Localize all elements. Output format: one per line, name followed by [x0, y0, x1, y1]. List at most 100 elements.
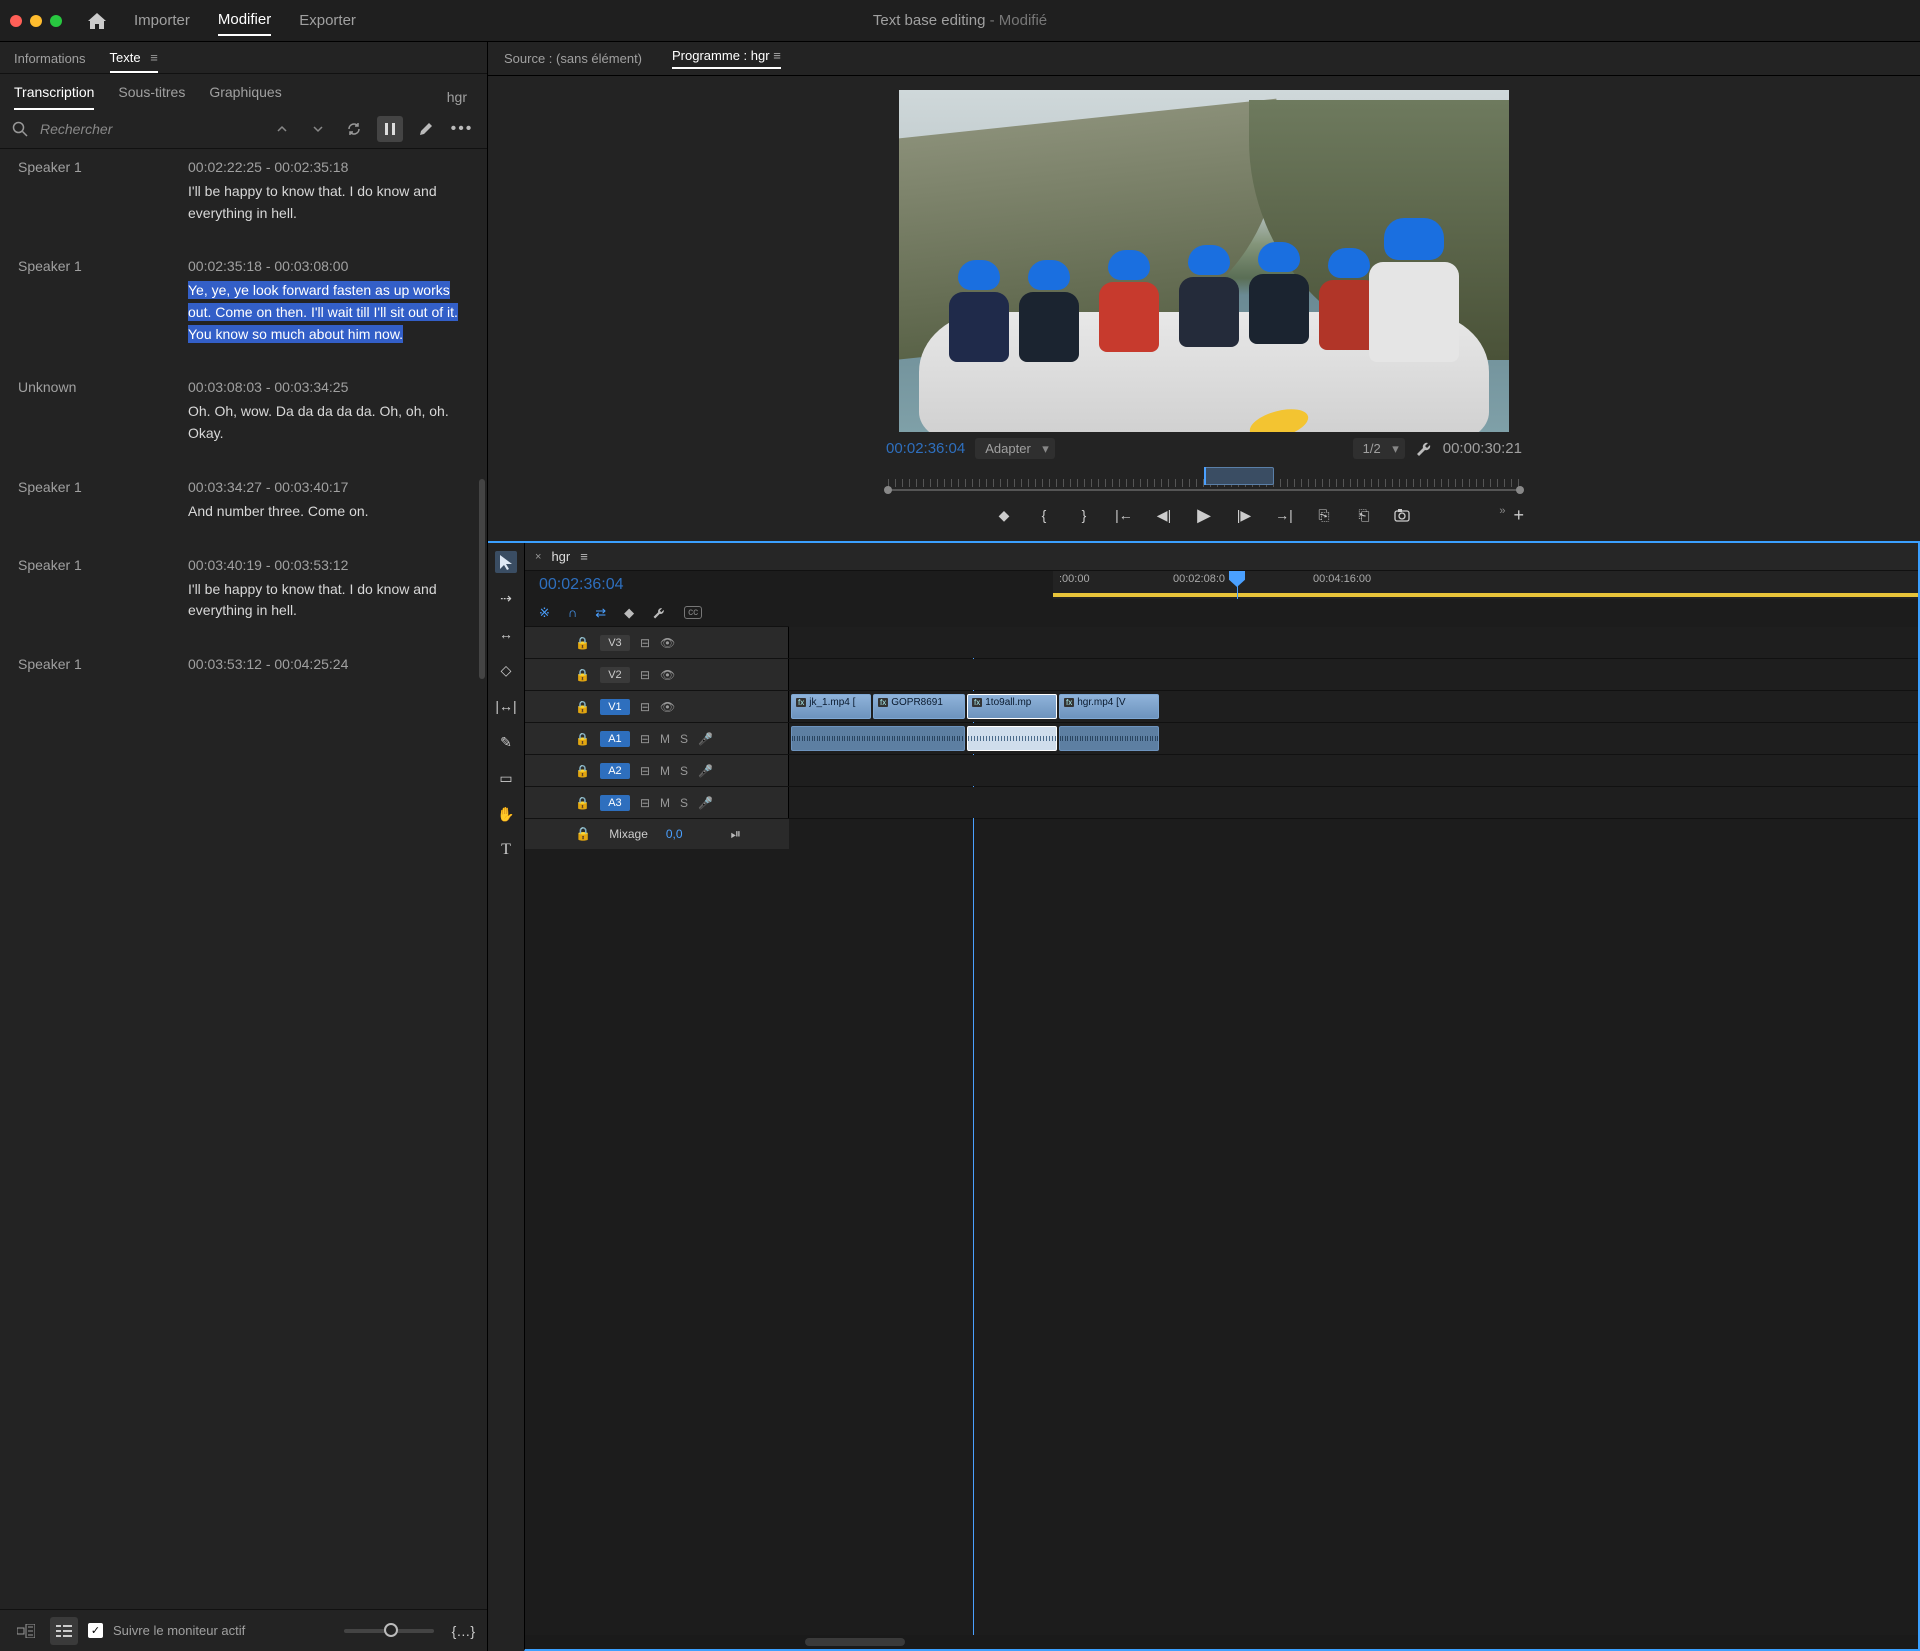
- lock-icon[interactable]: 🔒: [575, 700, 590, 714]
- speaker-label[interactable]: Speaker 1: [18, 479, 188, 523]
- slip-tool-icon[interactable]: |↔|: [495, 695, 517, 717]
- sync-lock-icon[interactable]: ⊟: [640, 700, 650, 714]
- transcript-entry[interactable]: Speaker 1 00:02:22:25 - 00:02:35:18I'll …: [18, 159, 469, 224]
- mix-value[interactable]: 0,0: [666, 827, 683, 841]
- sync-lock-icon[interactable]: ⊟: [640, 636, 650, 650]
- resolution-dropdown[interactable]: 1/2: [1353, 438, 1405, 459]
- scrub-bar[interactable]: [884, 467, 1524, 495]
- lock-icon[interactable]: 🔒: [575, 764, 590, 778]
- sequence-title[interactable]: hgr: [551, 549, 570, 564]
- transcript-entry[interactable]: Speaker 1 00:03:34:27 - 00:03:40:17And n…: [18, 479, 469, 523]
- transcript-entry[interactable]: Speaker 1 00:03:40:19 - 00:03:53:12I'll …: [18, 557, 469, 622]
- zoom-fit-dropdown[interactable]: Adapter: [975, 438, 1055, 459]
- type-tool-icon[interactable]: T: [495, 839, 517, 861]
- speaker-label[interactable]: Unknown: [18, 379, 188, 444]
- sync-lock-icon[interactable]: ⊟: [640, 668, 650, 682]
- lock-icon[interactable]: 🔒: [575, 636, 590, 650]
- lock-icon[interactable]: 🔒: [575, 668, 590, 682]
- clip[interactable]: fxhgr.mp4 [V: [1059, 694, 1159, 719]
- transcript-text[interactable]: Oh. Oh, wow. Da da da da da. Oh, oh, oh.…: [188, 403, 449, 441]
- video-frame[interactable]: [899, 90, 1509, 432]
- speaker-label[interactable]: Speaker 1: [18, 557, 188, 622]
- track-v2[interactable]: V2: [600, 667, 630, 683]
- marker-add-icon[interactable]: ◆: [624, 605, 634, 621]
- timeline-zoom-bar[interactable]: [525, 1635, 1918, 1649]
- track-v3[interactable]: V3: [600, 635, 630, 651]
- settings-wrench-icon[interactable]: [1415, 440, 1433, 458]
- clip[interactable]: fxGOPR8691: [873, 694, 965, 719]
- clip[interactable]: fxjk_1.mp4 [: [791, 694, 871, 719]
- skip-icon[interactable]: ⏯: [731, 826, 741, 842]
- hand-tool-icon[interactable]: ✋: [495, 803, 517, 825]
- transcript-text[interactable]: And number three. Come on.: [188, 503, 369, 519]
- nav-export[interactable]: Exporter: [299, 6, 356, 35]
- timeline-tracks[interactable]: 🔒V3⊟👁 🔒V2⊟👁 🔒V1⊟👁 fxjk_1.mp4 [ fxGOPR869…: [525, 627, 1918, 1635]
- pen-tool-icon[interactable]: ✎: [495, 731, 517, 753]
- snap-icon[interactable]: ※: [539, 605, 550, 621]
- play-icon[interactable]: ▶: [1194, 505, 1214, 526]
- tab-program-monitor[interactable]: Programme : hgr ≡: [672, 48, 781, 69]
- audio-clip-selected[interactable]: [967, 726, 1057, 751]
- step-forward-icon[interactable]: |▶: [1234, 507, 1254, 524]
- transcript-text-selected[interactable]: Ye, ye, ye look forward fasten as up wor…: [188, 281, 458, 342]
- audio-clip[interactable]: [1059, 726, 1159, 751]
- mic-icon[interactable]: 🎤: [698, 732, 713, 746]
- solo-icon[interactable]: S: [680, 764, 688, 778]
- rectangle-tool-icon[interactable]: ▭: [495, 767, 517, 789]
- export-frame-icon[interactable]: [1394, 508, 1414, 522]
- speaker-label[interactable]: Speaker 1: [18, 656, 188, 678]
- current-timecode[interactable]: 00:02:36:04: [886, 440, 965, 457]
- add-button-icon[interactable]: +: [1513, 505, 1524, 526]
- linked-selection-icon[interactable]: ⇄: [595, 605, 606, 621]
- ripple-edit-tool-icon[interactable]: ↔: [495, 623, 517, 645]
- speaker-label[interactable]: Speaker 1: [18, 159, 188, 224]
- clip-selected[interactable]: fx1to9all.mp: [967, 694, 1057, 719]
- track-v1[interactable]: V1: [600, 699, 630, 715]
- extract-icon[interactable]: ⎗: [1354, 507, 1374, 524]
- search-icon[interactable]: [12, 121, 28, 137]
- lift-icon[interactable]: ⎘: [1314, 507, 1334, 524]
- list-view-icon[interactable]: [50, 1617, 78, 1645]
- maximize-window-icon[interactable]: [50, 15, 62, 27]
- mute-icon[interactable]: M: [660, 732, 670, 746]
- sync-lock-icon[interactable]: ⊟: [640, 764, 650, 778]
- more-options-icon[interactable]: •••: [449, 116, 475, 142]
- zoom-slider[interactable]: [344, 1629, 434, 1633]
- edit-pencil-icon[interactable]: [413, 116, 439, 142]
- sequence-menu-icon[interactable]: ≡: [580, 549, 588, 564]
- pause-indicators-icon[interactable]: [377, 116, 403, 142]
- next-match-icon[interactable]: [305, 116, 331, 142]
- mic-icon[interactable]: 🎤: [698, 796, 713, 810]
- tab-informations[interactable]: Informations: [14, 51, 86, 72]
- go-to-in-icon[interactable]: |←: [1114, 507, 1134, 523]
- minimize-window-icon[interactable]: [30, 15, 42, 27]
- audio-clip[interactable]: [791, 726, 965, 751]
- captions-icon[interactable]: cc: [684, 606, 702, 619]
- panel-menu-icon[interactable]: ≡: [147, 50, 158, 65]
- razor-tool-icon[interactable]: ◇: [495, 659, 517, 681]
- nav-modify[interactable]: Modifier: [218, 5, 271, 36]
- panel-menu-icon[interactable]: ≡: [773, 48, 781, 63]
- tab-graphics[interactable]: Graphiques: [209, 84, 281, 110]
- lock-icon[interactable]: 🔒: [575, 826, 591, 842]
- tab-subtitles[interactable]: Sous-titres: [118, 84, 185, 110]
- out-point-icon[interactable]: }: [1074, 507, 1094, 523]
- lock-icon[interactable]: 🔒: [575, 732, 590, 746]
- transcript-entry[interactable]: Unknown 00:03:08:03 - 00:03:34:25Oh. Oh,…: [18, 379, 469, 444]
- magnet-icon[interactable]: ∩: [568, 605, 577, 620]
- lock-icon[interactable]: 🔒: [575, 796, 590, 810]
- timeline-timecode[interactable]: 00:02:36:04: [539, 576, 624, 594]
- in-point-icon[interactable]: {: [1034, 507, 1054, 523]
- transcript-entry[interactable]: Speaker 1 00:02:35:18 - 00:03:08:00Ye, y…: [18, 258, 469, 345]
- button-editor-icon[interactable]: »: [1499, 505, 1505, 517]
- eye-icon[interactable]: 👁: [660, 700, 675, 714]
- selection-tool-icon[interactable]: [495, 551, 517, 573]
- prev-match-icon[interactable]: [269, 116, 295, 142]
- follow-monitor-checkbox[interactable]: ✓: [88, 1623, 103, 1638]
- transcript-list[interactable]: Speaker 1 00:02:22:25 - 00:02:35:18I'll …: [0, 149, 487, 1609]
- sync-lock-icon[interactable]: ⊟: [640, 732, 650, 746]
- marker-icon[interactable]: ◆: [994, 507, 1014, 524]
- speaker-label[interactable]: Speaker 1: [18, 258, 188, 345]
- timeline-ruler[interactable]: :00:00 00:02:08:0 00:04:16:00: [1053, 571, 1918, 599]
- go-to-out-icon[interactable]: →|: [1274, 507, 1294, 523]
